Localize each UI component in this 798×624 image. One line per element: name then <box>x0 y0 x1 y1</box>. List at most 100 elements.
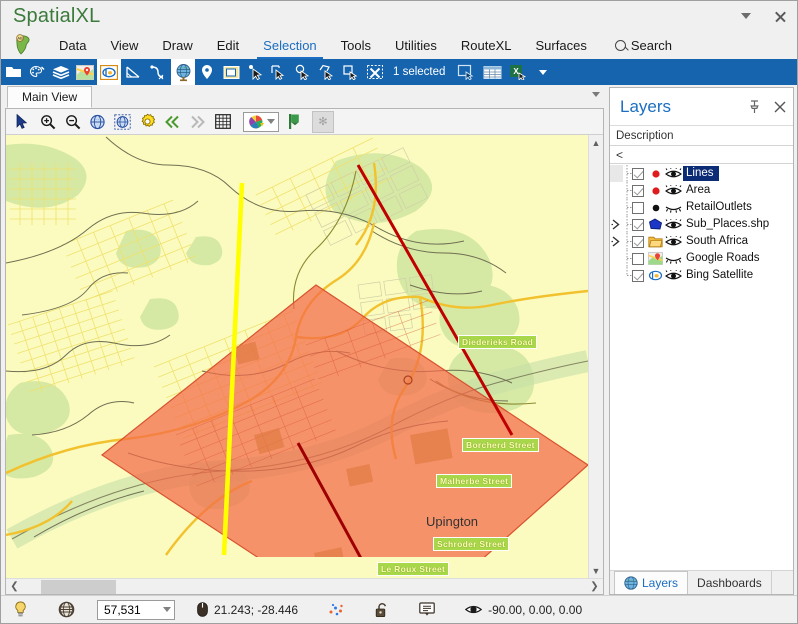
hint-button[interactable] <box>5 597 36 623</box>
toolbar-overflow-button[interactable] <box>531 59 555 85</box>
layer-row-area[interactable]: Area <box>610 182 793 199</box>
layer-checkbox[interactable] <box>632 218 644 231</box>
expand-toggle[interactable] <box>610 216 623 233</box>
pointer-tool-button[interactable] <box>10 110 35 134</box>
app-logo[interactable]: AB <box>1 31 47 59</box>
clear-selection-icon <box>367 65 383 79</box>
layer-row-south-africa[interactable]: South Africa <box>610 233 793 250</box>
globe-button[interactable] <box>171 59 195 85</box>
menu-item-utilities[interactable]: Utilities <box>383 31 449 59</box>
menu-item-edit[interactable]: Edit <box>205 31 251 59</box>
layer-row-lines[interactable]: Lines <box>610 165 793 182</box>
select-rectangle-button[interactable] <box>267 59 291 85</box>
scroll-right-button[interactable]: ❯ <box>586 579 603 595</box>
bing-map-button[interactable] <box>97 59 121 85</box>
layer-checkbox[interactable] <box>632 184 644 197</box>
next-extent-button[interactable] <box>185 110 210 134</box>
theme-color-combo[interactable] <box>243 111 279 132</box>
scale-combo[interactable]: 57,531 <box>97 599 175 620</box>
eye-open-icon[interactable] <box>664 234 683 249</box>
tree-connector <box>623 199 632 216</box>
pin-button[interactable] <box>741 94 767 120</box>
menu-item-routexl[interactable]: RouteXL <box>449 31 524 59</box>
layers-back-row[interactable]: < <box>610 146 793 164</box>
zoom-out-button[interactable] <box>60 110 85 134</box>
grid-button[interactable] <box>210 110 235 134</box>
eye-open-icon[interactable] <box>664 166 683 181</box>
layer-checkbox[interactable] <box>632 235 644 248</box>
attribute-table-button[interactable] <box>479 59 505 85</box>
menu-item-view[interactable]: View <box>98 31 150 59</box>
layer-name: Google Roads <box>686 252 760 264</box>
globe-status-button[interactable] <box>50 597 83 623</box>
minimize-button[interactable] <box>729 2 763 30</box>
snap-points-icon <box>329 603 343 616</box>
scroll-down-button[interactable]: ▼ <box>589 563 604 578</box>
scroll-left-button[interactable]: ❮ <box>6 579 23 595</box>
select-point-button[interactable] <box>243 59 267 85</box>
google-map-button[interactable] <box>73 59 97 85</box>
menu-item-draw[interactable]: Draw <box>150 31 204 59</box>
panel-tab-dashboards[interactable]: Dashboards <box>688 571 772 594</box>
clear-selection-button[interactable] <box>363 59 387 85</box>
panel-tab-layers[interactable]: Layers <box>614 571 689 594</box>
palette-pin-button[interactable] <box>25 59 49 85</box>
layer-row-google-roads[interactable]: Google Roads <box>610 250 793 267</box>
menu-item-data[interactable]: Data <box>47 31 98 59</box>
folder-open-button[interactable] <box>1 59 25 85</box>
layer-checkbox[interactable] <box>632 252 644 265</box>
layer-row-retailoutlets[interactable]: RetailOutlets <box>610 199 793 216</box>
menu-item-tools[interactable]: Tools <box>329 31 383 59</box>
message-button[interactable] <box>411 597 443 623</box>
zoom-in-button[interactable] <box>35 110 60 134</box>
map-horizontal-scrollbar[interactable]: ❮ ❯ <box>6 578 603 594</box>
hscroll-track[interactable] <box>23 579 586 595</box>
panel-close-button[interactable] <box>767 94 793 120</box>
eye-open-icon[interactable] <box>664 183 683 198</box>
lock-button[interactable] <box>367 597 397 623</box>
eye-closed-icon[interactable] <box>664 251 683 266</box>
export-excel-button[interactable]: X <box>505 59 531 85</box>
map-vertical-scrollbar[interactable]: ▲ ▼ <box>588 135 603 578</box>
map-pin-button[interactable] <box>195 59 219 85</box>
eye-open-icon[interactable] <box>664 268 683 283</box>
layer-checkbox[interactable] <box>632 201 644 214</box>
measure-angle-button[interactable] <box>121 59 145 85</box>
search-box[interactable]: Search <box>599 31 682 59</box>
map-pin-icon <box>202 65 212 79</box>
panel-tab-label: Layers <box>642 576 679 590</box>
hscroll-thumb[interactable] <box>41 579 116 594</box>
snap-button[interactable] <box>320 597 353 623</box>
close-button[interactable] <box>763 2 797 30</box>
tab-main-view[interactable]: Main View <box>7 86 93 108</box>
menu-item-selection[interactable]: Selection <box>251 31 328 59</box>
legend-button[interactable] <box>219 59 243 85</box>
select-polygon-button[interactable] <box>315 59 339 85</box>
select-box-button[interactable] <box>339 59 363 85</box>
menu-item-surfaces[interactable]: Surfaces <box>524 31 599 59</box>
settings-button[interactable] <box>135 110 160 134</box>
layer-row-sub-places[interactable]: Sub_Places.shp <box>610 216 793 233</box>
map-canvas[interactable]: Diederieks Road Borcherd Street Malherbe… <box>6 135 588 578</box>
expand-toggle[interactable] <box>610 233 623 250</box>
search-label: Search <box>630 37 673 53</box>
tab-overflow-chevron-down-icon[interactable] <box>592 92 600 97</box>
zoom-extents-button[interactable] <box>85 110 110 134</box>
previous-extent-button[interactable] <box>160 110 185 134</box>
layer-row-bing-satellite[interactable]: Bing Satellite <box>610 267 793 284</box>
scroll-up-button[interactable]: ▲ <box>589 135 604 150</box>
settings-gear-icon <box>141 113 156 127</box>
select-window-button[interactable] <box>453 59 479 85</box>
eye-closed-icon[interactable] <box>664 200 683 215</box>
document-pane: Main View ✻ Diederieks Road Borcherd Str… <box>1 85 608 595</box>
layer-checkbox[interactable] <box>632 167 644 180</box>
zoom-selection-button[interactable] <box>110 110 135 134</box>
tree-connector <box>623 233 632 250</box>
select-circle-button[interactable] <box>291 59 315 85</box>
bookmark-button[interactable] <box>281 110 306 134</box>
eye-open-icon[interactable] <box>664 217 683 232</box>
layers-panel: Layers Description < Lines Area RetailOu… <box>609 87 794 595</box>
layer-checkbox[interactable] <box>632 269 644 282</box>
route-clear-button[interactable] <box>145 59 169 85</box>
layers-stack-button[interactable] <box>49 59 73 85</box>
